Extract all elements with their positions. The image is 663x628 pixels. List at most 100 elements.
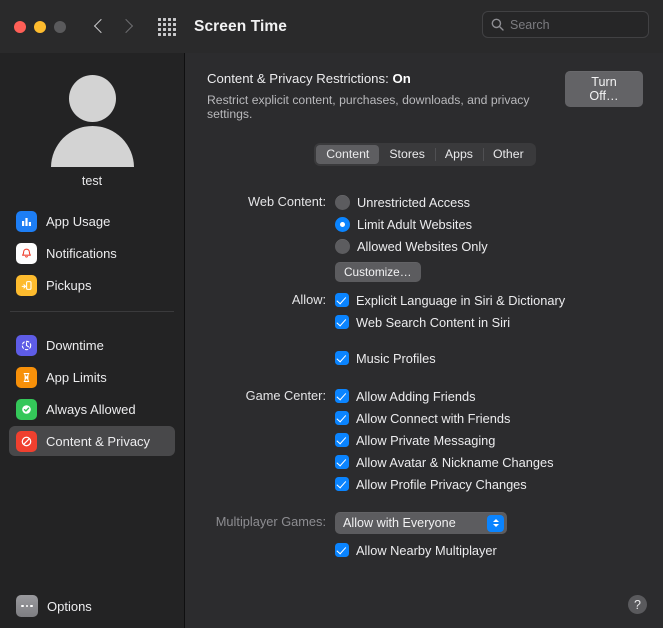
checkbox-allow-connect-with-friends[interactable]: Allow Connect with Friends xyxy=(335,408,643,428)
restrictions-title: Content & Privacy Restrictions: On xyxy=(207,71,565,86)
radio-icon xyxy=(335,194,350,210)
sidebar-item-label: Pickups xyxy=(46,277,92,293)
radio-icon xyxy=(335,238,350,254)
traffic-lights xyxy=(14,20,66,33)
restrictions-subtitle: Restrict explicit content, purchases, do… xyxy=(207,93,530,121)
web-content-label: Web Content: xyxy=(247,194,326,209)
allow-label: Allow: xyxy=(291,292,326,307)
options-label: Options xyxy=(47,598,92,614)
allow-row: Allow: Explicit Language in Siri & Dicti… xyxy=(207,290,643,370)
ellipsis-icon xyxy=(16,595,38,617)
checkbox-icon xyxy=(335,293,349,307)
sidebar-item-app-usage[interactable]: App Usage xyxy=(9,206,175,236)
checkbox-label: Allow Private Messaging xyxy=(356,432,496,448)
search-icon xyxy=(491,18,504,31)
radio-label: Allowed Websites Only xyxy=(357,238,488,254)
check-badge-icon xyxy=(16,398,37,420)
forward-icon[interactable] xyxy=(121,18,132,36)
checkbox-icon xyxy=(335,455,349,469)
checkbox-allow-profile-privacy-changes[interactable]: Allow Profile Privacy Changes xyxy=(335,474,643,494)
sidebar-item-always-allowed[interactable]: Always Allowed xyxy=(9,394,175,424)
search-input[interactable] xyxy=(510,17,640,32)
radio-label: Unrestricted Access xyxy=(357,194,471,210)
multiplayer-games-select[interactable]: Allow with Everyone xyxy=(335,512,507,534)
sidebar: test App Usage Notifications Pickups Dow… xyxy=(0,53,185,628)
checkbox-label: Allow Adding Friends xyxy=(356,388,476,404)
main-pane: Content & Privacy Restrictions: On Restr… xyxy=(185,53,663,628)
hourglass-icon xyxy=(16,366,37,388)
checkbox-icon xyxy=(335,389,349,403)
checkbox-icon xyxy=(335,411,349,425)
customize-button[interactable]: Customize… xyxy=(335,262,421,282)
sidebar-item-notifications[interactable]: Notifications xyxy=(9,238,175,268)
radio-unrestricted-access[interactable]: Unrestricted Access xyxy=(335,192,643,212)
bell-icon xyxy=(16,242,37,264)
tab-stores[interactable]: Stores xyxy=(379,145,435,164)
radio-label: Limit Adult Websites xyxy=(357,216,472,232)
checkbox-allow-private-messaging[interactable]: Allow Private Messaging xyxy=(335,430,643,450)
checkbox-icon xyxy=(335,315,349,329)
phone-pickup-icon xyxy=(16,274,37,296)
status-badge: On xyxy=(392,71,411,86)
sidebar-item-label: Always Allowed xyxy=(46,401,136,417)
tab-content[interactable]: Content xyxy=(316,145,380,164)
checkbox-icon xyxy=(335,433,349,447)
checkbox-label: Allow Nearby Multiplayer xyxy=(356,542,497,558)
chevron-updown-icon xyxy=(487,514,504,532)
grid-apps-icon[interactable] xyxy=(158,17,176,36)
radio-allowed-websites-only[interactable]: Allowed Websites Only xyxy=(335,236,643,256)
multiplayer-games-value: Allow with Everyone xyxy=(343,516,456,530)
checkbox-label: Allow Avatar & Nickname Changes xyxy=(356,454,554,470)
close-button[interactable] xyxy=(14,20,26,33)
checkbox-icon xyxy=(335,351,349,365)
sidebar-item-label: Content & Privacy xyxy=(46,433,151,449)
back-icon[interactable] xyxy=(94,18,105,36)
options-button[interactable]: Options xyxy=(0,584,184,628)
checkbox-allow-nearby-multiplayer[interactable]: Allow Nearby Multiplayer xyxy=(335,540,643,560)
restrictions-header: Content & Privacy Restrictions: On Restr… xyxy=(207,71,643,121)
sidebar-item-label: Downtime xyxy=(46,337,104,353)
turn-off-button[interactable]: Turn Off… xyxy=(564,71,643,107)
restrictions-title-text: Content & Privacy Restrictions: xyxy=(207,71,389,86)
checkbox-icon xyxy=(335,477,349,491)
checkbox-allow-adding-friends[interactable]: Allow Adding Friends xyxy=(335,386,643,406)
sidebar-item-downtime[interactable]: Downtime xyxy=(9,330,175,360)
no-entry-icon xyxy=(16,430,37,452)
tab-apps[interactable]: Apps xyxy=(434,145,483,164)
sidebar-item-label: App Limits xyxy=(46,369,107,385)
radio-limit-adult-websites[interactable]: Limit Adult Websites xyxy=(335,214,643,234)
game-center-row: Game Center: Allow Adding Friends Allow … xyxy=(207,386,643,496)
multiplayer-games-row: Multiplayer Games: Allow with Everyone A… xyxy=(207,512,643,562)
profile-name: test xyxy=(81,174,103,188)
bar-chart-icon xyxy=(16,210,37,232)
web-content-row: Web Content: Unrestricted Access Limit A… xyxy=(207,192,643,288)
profile-section: test xyxy=(0,63,184,198)
minimize-button[interactable] xyxy=(34,20,46,33)
sidebar-item-label: App Usage xyxy=(46,213,111,229)
checkbox-label: Web Search Content in Siri xyxy=(356,314,511,330)
zoom-button[interactable] xyxy=(54,20,66,33)
sidebar-item-app-limits[interactable]: App Limits xyxy=(9,362,175,392)
sidebar-item-pickups[interactable]: Pickups xyxy=(9,270,175,300)
checkbox-explicit-language-siri[interactable]: Explicit Language in Siri & Dictionary xyxy=(335,290,643,310)
sidebar-item-content-privacy[interactable]: Content & Privacy xyxy=(9,426,175,456)
navigation-arrows xyxy=(94,18,132,36)
checkbox-music-profiles[interactable]: Music Profiles xyxy=(335,348,643,368)
checkbox-icon xyxy=(335,543,349,557)
checkbox-allow-avatar-nickname-changes[interactable]: Allow Avatar & Nickname Changes xyxy=(335,452,643,472)
checkbox-web-search-content-siri[interactable]: Web Search Content in Siri xyxy=(335,312,643,332)
sidebar-nav-group-limits: Downtime App Limits Always Allowed Conte… xyxy=(0,322,184,458)
content-settings-form: Web Content: Unrestricted Access Limit A… xyxy=(207,192,643,562)
category-tabs: Content Stores Apps Other xyxy=(314,143,536,166)
sidebar-item-label: Notifications xyxy=(46,245,117,261)
checkbox-label: Music Profiles xyxy=(356,350,436,366)
clock-icon xyxy=(16,334,37,356)
multiplayer-games-label: Multiplayer Games: xyxy=(215,514,326,529)
page-title: Screen Time xyxy=(194,17,288,35)
checkbox-label: Explicit Language in Siri & Dictionary xyxy=(356,292,566,308)
checkbox-label: Allow Profile Privacy Changes xyxy=(356,476,527,492)
help-button[interactable]: ? xyxy=(628,595,647,614)
tab-other[interactable]: Other xyxy=(482,145,534,164)
search-field[interactable] xyxy=(482,11,649,38)
